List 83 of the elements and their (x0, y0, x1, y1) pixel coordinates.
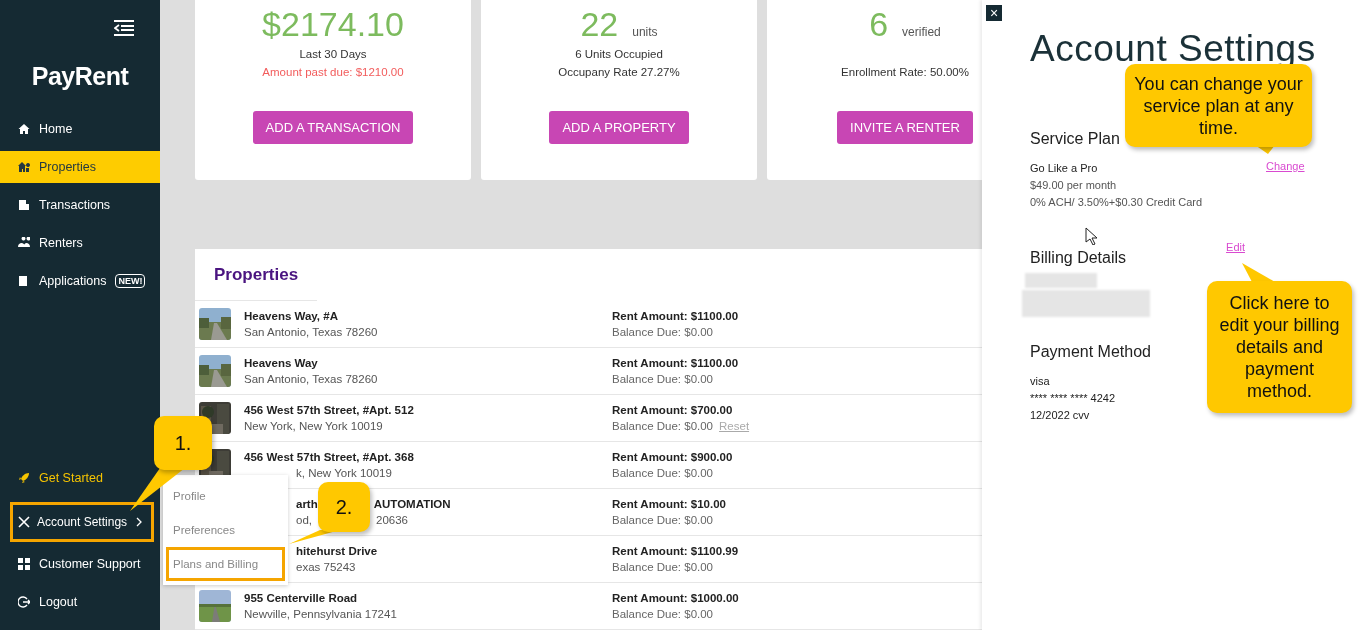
edit-link[interactable]: Edit (1226, 241, 1245, 253)
support-icon (18, 558, 30, 570)
payment-detail: **** **** **** 4242 (1030, 391, 1115, 406)
callout: 2. (318, 482, 370, 532)
rent-amount: Rent Amount: $1100.99 (612, 545, 739, 557)
stat-caption: Amount past due: $1210.00 (262, 66, 404, 78)
stat-value: $2174.10 (262, 5, 404, 44)
rent-amount: Rent Amount: $1100.00 (612, 357, 739, 369)
rent-amount: Rent Amount: $700.00 (612, 404, 733, 416)
nav-item[interactable]: Logout (0, 586, 84, 618)
nav-item[interactable]: Home (0, 113, 160, 145)
menu-item[interactable]: Plans and Billing (166, 547, 285, 581)
balance-due: Balance Due: $0.00 (612, 514, 714, 526)
people-icon (18, 237, 30, 249)
rent-amount: Rent Amount: $10.00 (612, 498, 726, 510)
menu-item[interactable]: Preferences (163, 513, 288, 547)
property-name: Heavens Way, #A (244, 310, 338, 322)
property-city: exas 75243 (296, 561, 356, 573)
logout-icon (18, 596, 30, 608)
plan-detail: $49.00 per month (1030, 178, 1117, 193)
stat-unit: units (632, 25, 658, 39)
house-icon (18, 161, 30, 173)
stat-value: 22 (580, 5, 619, 44)
property-name: hitehurst Drive (296, 545, 378, 557)
change-link[interactable]: Change (1266, 160, 1305, 172)
property-city: Newville, Pennsylvania 17241 (244, 608, 397, 620)
callout: You can change your service plan at any time. (1125, 64, 1312, 147)
property-name: 456 West 57th Street, #Apt. 368 (244, 451, 414, 463)
section-heading: Payment Method (1030, 343, 1151, 361)
balance-due: Balance Due: $0.00 (612, 608, 714, 620)
plan-detail: 0% ACH/ 3.50%+$0.30 Credit Card (1030, 195, 1203, 210)
property-city: 20636 (376, 514, 408, 526)
nav-item[interactable]: Properties (0, 151, 160, 183)
rent-amount: Rent Amount: $900.00 (612, 451, 733, 463)
nav-item[interactable]: Customer Support (0, 548, 147, 580)
payment-detail: visa (1030, 374, 1050, 389)
menu-collapse-icon[interactable] (114, 20, 134, 36)
close-button[interactable]: × (986, 5, 1002, 21)
nav-item[interactable]: Transactions (0, 189, 160, 221)
section-heading: Service Plan (1030, 130, 1120, 148)
nav-item[interactable]: Account Settings (10, 502, 154, 542)
panel-title: Properties (195, 249, 318, 301)
stat-value: 6 (869, 5, 889, 44)
property-name: Heavens Way (244, 357, 318, 369)
home-icon (18, 123, 30, 135)
callout: 1. (154, 416, 212, 470)
nav-item[interactable]: Applications NEW! (0, 265, 160, 297)
payrent-logo: PayRent (31, 62, 129, 91)
property-city: San Antonio, Texas 78260 (244, 373, 378, 385)
property-city: k, New York 10019 (296, 467, 392, 479)
cursor-icon (1085, 227, 1097, 245)
stat-unit: verified (902, 25, 941, 39)
balance-due: Balance Due: $0.00 (612, 420, 714, 432)
rocket-icon (18, 472, 30, 484)
property-city: San Antonio, Texas 78260 (244, 326, 378, 338)
action-button[interactable]: INVITE A RENTER (837, 111, 973, 144)
action-button[interactable]: ADD A TRANSACTION (252, 111, 414, 144)
balance-due: Balance Due: $0.00 (612, 326, 714, 338)
balance-due: Balance Due: $0.00 (612, 373, 714, 385)
callout: Click here to edit your billing details and payment method. (1207, 281, 1352, 413)
property-name: AUTOMATION (373, 498, 451, 510)
new-badge: NEW! (115, 274, 146, 288)
action-button[interactable]: ADD A PROPERTY (549, 111, 689, 144)
property-name: arth (296, 498, 318, 510)
stat-caption: Enrollment Rate: 50.00% (841, 66, 969, 78)
menu-item[interactable]: Profile (163, 479, 288, 513)
property-name: 456 West 57th Street, #Apt. 512 (244, 404, 414, 416)
property-city: od, (296, 514, 312, 526)
payment-detail: 12/2022 cvv (1030, 408, 1090, 423)
redacted-bar (1025, 273, 1097, 288)
nav-item[interactable]: Renters (0, 227, 160, 259)
plan-detail: Go Like a Pro (1030, 161, 1098, 176)
nav-item[interactable]: Get Started (0, 462, 109, 494)
property-city: New York, New York 10019 (244, 420, 383, 432)
balance-due: Balance Due: $0.00 (612, 561, 714, 573)
stat-caption: 6 Units Occupied (575, 48, 663, 60)
stat-caption: Last 30 Days (299, 48, 367, 60)
stat-caption: Occupany Rate 27.27% (558, 66, 680, 78)
section-heading: Billing Details (1030, 249, 1127, 267)
property-name: 955 Centerville Road (244, 592, 358, 604)
rent-amount: Rent Amount: $1100.00 (612, 310, 739, 322)
rent-amount: Rent Amount: $1000.00 (612, 592, 739, 604)
balance-due: Balance Due: $0.00 (612, 467, 714, 479)
